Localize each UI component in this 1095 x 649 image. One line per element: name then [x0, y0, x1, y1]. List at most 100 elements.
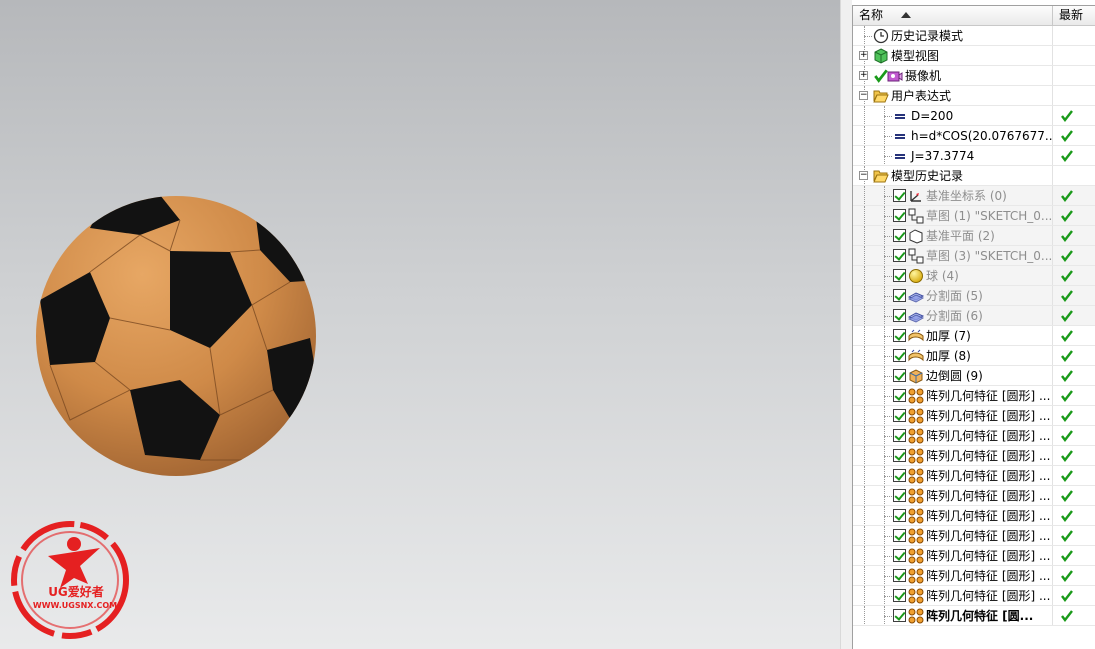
tree-row[interactable]: 阵列几何特征 [圆形] ... — [853, 506, 1095, 526]
feature-checkbox[interactable] — [893, 329, 906, 342]
tree-row-name-cell[interactable]: 阵列几何特征 [圆形] ... — [853, 426, 1053, 445]
feature-checkbox[interactable] — [893, 529, 906, 542]
tree-row[interactable]: 阵列几何特征 [圆形] ... — [853, 386, 1095, 406]
feature-checkbox[interactable] — [893, 249, 906, 262]
tree-row[interactable]: 球 (4) — [853, 266, 1095, 286]
tree-row[interactable]: 阵列几何特征 [圆形] ... — [853, 406, 1095, 426]
feature-checkbox[interactable] — [893, 229, 906, 242]
tree-row-name-cell[interactable]: 阵列几何特征 [圆形] ... — [853, 546, 1053, 565]
tree-row[interactable]: 阵列几何特征 [圆形] ... — [853, 566, 1095, 586]
feature-checkbox[interactable] — [893, 549, 906, 562]
tree-row-name-cell[interactable]: + 模型视图 — [853, 46, 1053, 65]
feature-checkbox[interactable] — [893, 449, 906, 462]
feature-checkbox[interactable] — [893, 369, 906, 382]
tree-row-name-cell[interactable]: 阵列几何特征 [圆形] ... — [853, 586, 1053, 605]
soccer-ball-model[interactable] — [30, 190, 322, 482]
tree-row-name-cell[interactable]: 边倒圆 (9) — [853, 366, 1053, 385]
expand-icon[interactable]: + — [859, 51, 868, 60]
tree-row[interactable]: 草图 (3) "SKETCH_0... — [853, 246, 1095, 266]
latest-check-icon — [1060, 449, 1074, 463]
feature-checkbox[interactable] — [893, 429, 906, 442]
tree-row[interactable]: 基准平面 (2) — [853, 226, 1095, 246]
tree-row[interactable]: 阵列几何特征 [圆形] ... — [853, 426, 1095, 446]
tree-row-name-cell[interactable]: 历史记录模式 — [853, 26, 1053, 45]
tree-row[interactable]: 阵列几何特征 [圆形] ... — [853, 546, 1095, 566]
tree-row-name-cell[interactable]: 球 (4) — [853, 266, 1053, 285]
tree-row[interactable]: 分割面 (5) — [853, 286, 1095, 306]
tree-row[interactable]: 阵列几何特征 [圆形] ... — [853, 586, 1095, 606]
tree-row-name-cell[interactable]: J=37.3774 — [853, 146, 1053, 165]
tree-row-name-cell[interactable]: 加厚 (7) — [853, 326, 1053, 345]
tree-row-name-cell[interactable]: 草图 (1) "SKETCH_0... — [853, 206, 1053, 225]
tree-row-name-cell[interactable]: 阵列几何特征 [圆形] ... — [853, 446, 1053, 465]
tree-row-name-cell[interactable]: D=200 — [853, 106, 1053, 125]
tree-row[interactable]: 历史记录模式 — [853, 26, 1095, 46]
tree-guide-line — [884, 256, 892, 257]
tree-row[interactable]: 阵列几何特征 [圆形] ... — [853, 526, 1095, 546]
tree-row-name-cell[interactable]: 分割面 (5) — [853, 286, 1053, 305]
tree-row-name-cell[interactable]: 阵列几何特征 [圆形] ... — [853, 526, 1053, 545]
feature-checkbox[interactable] — [893, 469, 906, 482]
pane-divider[interactable] — [840, 0, 852, 649]
pattern-geometry-icon — [908, 408, 924, 424]
collapse-icon[interactable]: − — [859, 91, 868, 100]
tree-row[interactable]: − 模型历史记录 — [853, 166, 1095, 186]
tree-row-name-cell[interactable]: 阵列几何特征 [圆形] ... — [853, 386, 1053, 405]
feature-checkbox[interactable] — [893, 209, 906, 222]
tree-row-name-cell[interactable]: 基准坐标系 (0) — [853, 186, 1053, 205]
pattern-geometry-icon — [908, 508, 924, 524]
name-column-header[interactable]: 名称 — [853, 6, 1053, 25]
tree-row[interactable]: 草图 (1) "SKETCH_0... — [853, 206, 1095, 226]
feature-checkbox[interactable] — [893, 589, 906, 602]
tree-row-name-cell[interactable]: 阵列几何特征 [圆形] ... — [853, 506, 1053, 525]
tree-row[interactable]: 阵列几何特征 [圆... — [853, 606, 1095, 626]
tree-row[interactable]: 分割面 (6) — [853, 306, 1095, 326]
tree-row-name-cell[interactable]: 阵列几何特征 [圆形] ... — [853, 486, 1053, 505]
pattern-geometry-icon — [908, 528, 924, 544]
tree-row-name-cell[interactable]: 阵列几何特征 [圆形] ... — [853, 406, 1053, 425]
feature-checkbox[interactable] — [893, 489, 906, 502]
tree-row-name-cell[interactable]: 基准平面 (2) — [853, 226, 1053, 245]
tree-row[interactable]: 基准坐标系 (0) — [853, 186, 1095, 206]
tree-row[interactable]: 阵列几何特征 [圆形] ... — [853, 486, 1095, 506]
tree-row[interactable]: 边倒圆 (9) — [853, 366, 1095, 386]
tree-row-name-cell[interactable]: − 用户表达式 — [853, 86, 1053, 105]
tree-row-name-cell[interactable]: 阵列几何特征 [圆形] ... — [853, 466, 1053, 485]
tree-row-name-cell[interactable]: 分割面 (6) — [853, 306, 1053, 325]
latest-column-header[interactable]: 最新 — [1053, 6, 1095, 25]
tree-row[interactable]: 加厚 (7) — [853, 326, 1095, 346]
tree-row-name-cell[interactable]: + 摄像机 — [853, 66, 1053, 85]
feature-checkbox[interactable] — [893, 269, 906, 282]
feature-checkbox[interactable] — [893, 309, 906, 322]
tree-row[interactable]: 阵列几何特征 [圆形] ... — [853, 446, 1095, 466]
feature-checkbox[interactable] — [893, 569, 906, 582]
tree-row[interactable]: − 用户表达式 — [853, 86, 1095, 106]
feature-checkbox[interactable] — [893, 509, 906, 522]
logo-url-text: WWW.UGSNX.COM — [32, 601, 118, 610]
tree-guide-line — [884, 476, 892, 477]
tree-row-label: 阵列几何特征 [圆形] ... — [926, 429, 1051, 443]
tree-row[interactable]: 阵列几何特征 [圆形] ... — [853, 466, 1095, 486]
feature-checkbox[interactable] — [893, 349, 906, 362]
expand-icon[interactable]: + — [859, 71, 868, 80]
feature-checkbox[interactable] — [893, 609, 906, 622]
tree-row-name-cell[interactable]: 阵列几何特征 [圆形] ... — [853, 566, 1053, 585]
tree-row-name-cell[interactable]: 草图 (3) "SKETCH_0... — [853, 246, 1053, 265]
tree-row[interactable]: 加厚 (8) — [853, 346, 1095, 366]
feature-checkbox[interactable] — [893, 409, 906, 422]
tree-row[interactable]: h=d*COS(20.0767677... — [853, 126, 1095, 146]
tree-row-name-cell[interactable]: h=d*COS(20.0767677... — [853, 126, 1053, 145]
tree-row[interactable]: J=37.3774 — [853, 146, 1095, 166]
tree-row[interactable]: D=200 — [853, 106, 1095, 126]
tree-row[interactable]: + 模型视图 — [853, 46, 1095, 66]
tree-row-name-cell[interactable]: 阵列几何特征 [圆... — [853, 606, 1053, 625]
tree-row-name-cell[interactable]: 加厚 (8) — [853, 346, 1053, 365]
feature-checkbox[interactable] — [893, 289, 906, 302]
latest-check-icon — [1060, 229, 1074, 243]
collapse-icon[interactable]: − — [859, 171, 868, 180]
tree-row[interactable]: + 摄像机 — [853, 66, 1095, 86]
tree-row-name-cell[interactable]: − 模型历史记录 — [853, 166, 1053, 185]
feature-checkbox[interactable] — [893, 389, 906, 402]
feature-checkbox[interactable] — [893, 189, 906, 202]
graphics-viewport[interactable]: UG爱好者 WWW.UGSNX.COM — [0, 0, 840, 649]
